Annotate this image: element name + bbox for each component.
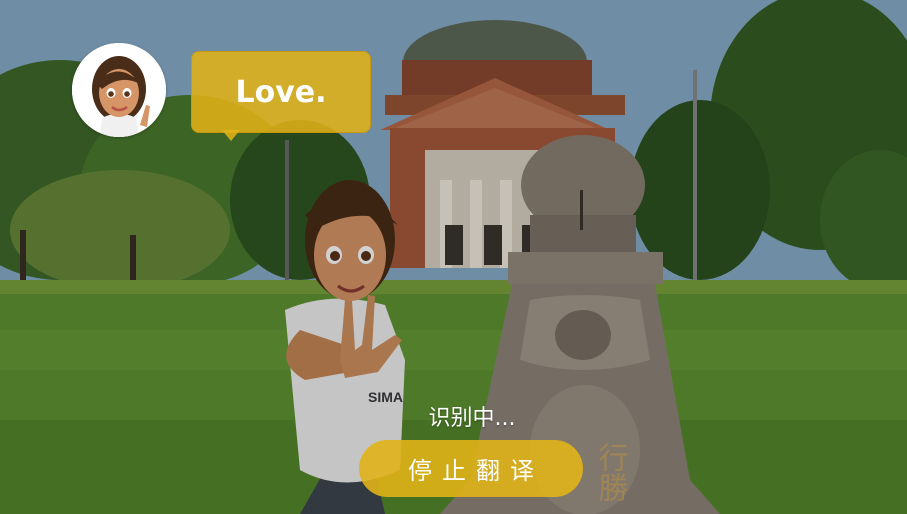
avatar-portrait bbox=[72, 43, 166, 137]
speech-bubble-text: Love. bbox=[235, 74, 327, 110]
speech-bubble-tail bbox=[222, 130, 240, 141]
speech-bubble: Love. bbox=[191, 51, 371, 133]
recognition-status: 识别中... bbox=[428, 406, 516, 431]
avatar-icon[interactable] bbox=[72, 43, 166, 137]
stop-translation-button[interactable]: 停止翻译 bbox=[359, 440, 583, 497]
stop-translation-label: 停止翻译 bbox=[408, 457, 544, 485]
